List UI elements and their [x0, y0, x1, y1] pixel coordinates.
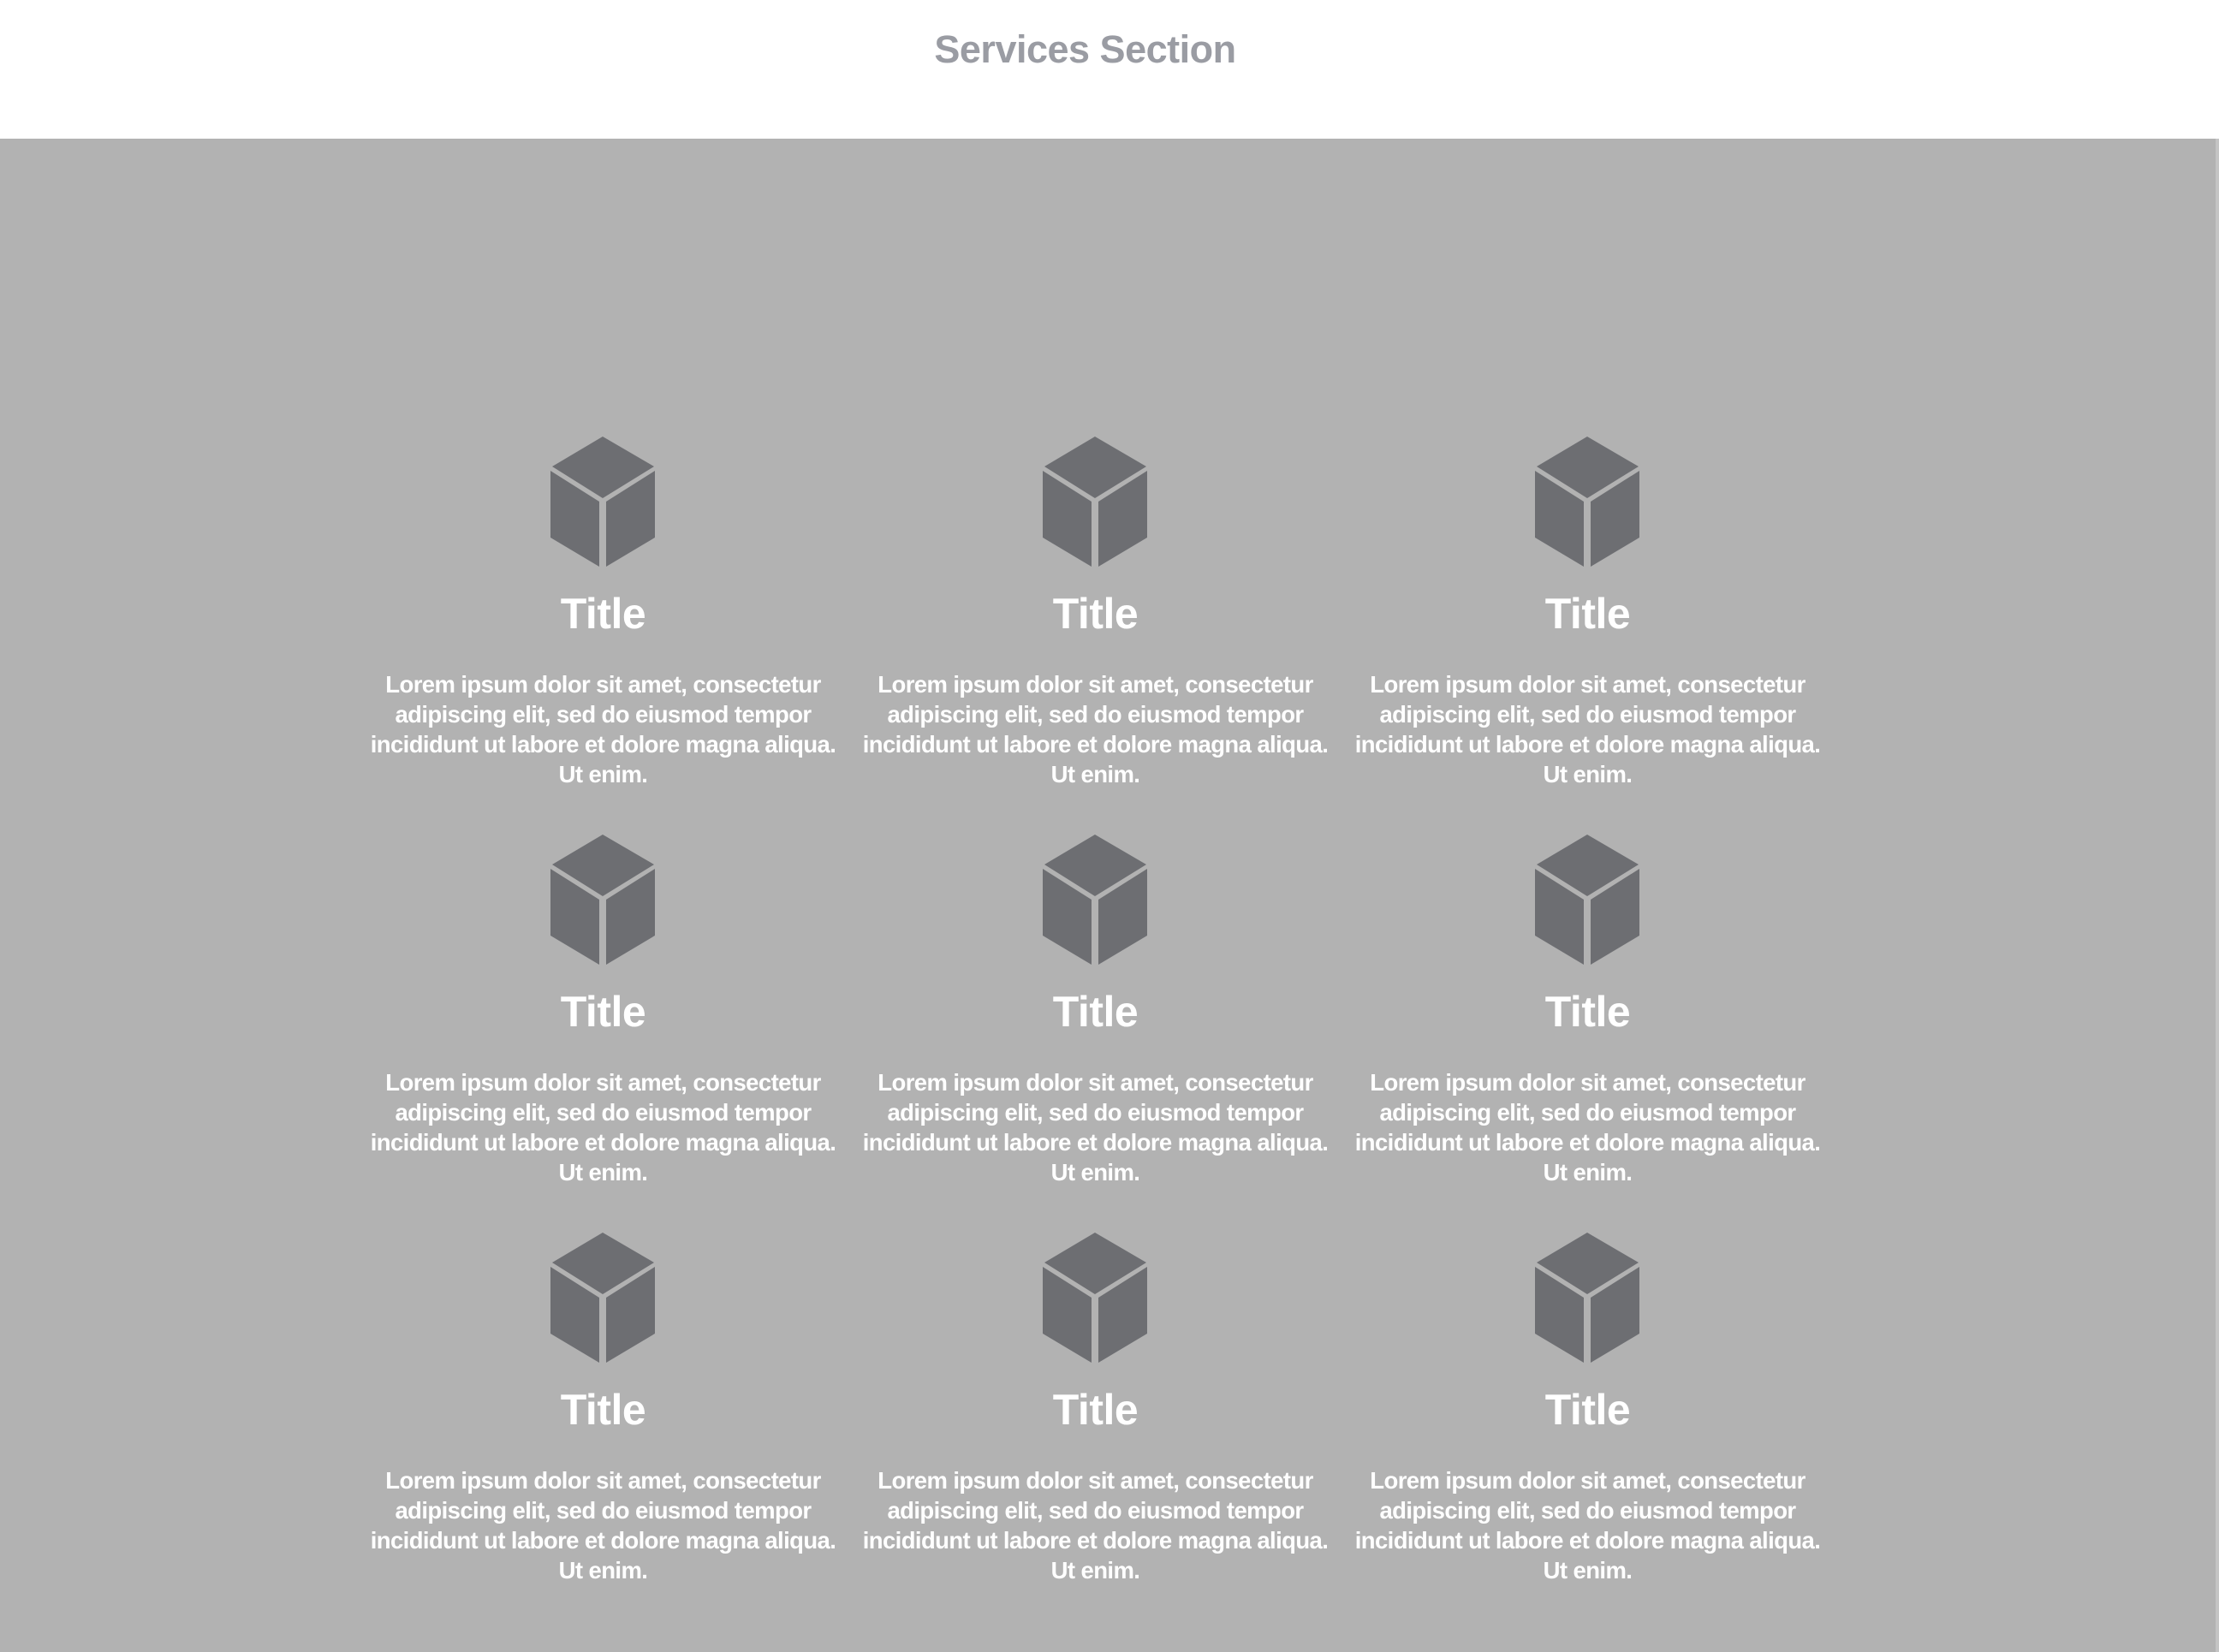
service-title: Title [560, 1386, 646, 1434]
service-description: Lorem ipsum dolor sit amet, consectetur … [862, 671, 1329, 787]
cube-icon [550, 437, 655, 567]
service-card: Title Lorem ipsum dolor sit amet, consect… [1342, 834, 1834, 1232]
service-title: Title [1052, 988, 1139, 1036]
service-title: Title [1544, 988, 1631, 1036]
cube-icon [1535, 1233, 1639, 1363]
page-header: Services Section [0, 0, 2219, 139]
service-card: Title Lorem ipsum dolor sit amet, consect… [849, 834, 1342, 1232]
section-heading: Services Section [934, 27, 1236, 71]
service-description: Lorem ipsum dolor sit amet, consectetur … [370, 671, 836, 787]
service-title: Title [1052, 590, 1139, 638]
service-title: Title [1544, 590, 1631, 638]
cube-icon [1535, 835, 1639, 965]
service-description: Lorem ipsum dolor sit amet, consectetur … [1354, 671, 1821, 787]
service-description: Lorem ipsum dolor sit amet, consectetur … [862, 1467, 1329, 1584]
service-description: Lorem ipsum dolor sit amet, consectetur … [370, 1069, 836, 1186]
service-description: Lorem ipsum dolor sit amet, consectetur … [862, 1069, 1329, 1186]
service-description: Lorem ipsum dolor sit amet, consectetur … [1354, 1069, 1821, 1186]
services-grid: Title Lorem ipsum dolor sit amet, consect… [357, 436, 1834, 1630]
service-card: Title Lorem ipsum dolor sit amet, consect… [849, 1232, 1342, 1630]
service-card: Title Lorem ipsum dolor sit amet, consect… [357, 1232, 849, 1630]
service-description: Lorem ipsum dolor sit amet, consectetur … [370, 1467, 836, 1584]
service-card: Title Lorem ipsum dolor sit amet, consect… [1342, 1232, 1834, 1630]
service-card: Title Lorem ipsum dolor sit amet, consect… [357, 834, 849, 1232]
service-card: Title Lorem ipsum dolor sit amet, consect… [849, 436, 1342, 834]
service-title: Title [560, 590, 646, 638]
cube-icon [1535, 437, 1639, 567]
cube-icon [550, 1233, 655, 1363]
service-card: Title Lorem ipsum dolor sit amet, consect… [1342, 436, 1834, 834]
service-title: Title [1544, 1386, 1631, 1434]
cube-icon [1043, 1233, 1147, 1363]
cube-icon [550, 835, 655, 965]
services-section: Title Lorem ipsum dolor sit amet, consect… [0, 139, 2219, 1652]
service-title: Title [1052, 1386, 1139, 1434]
cube-icon [1043, 835, 1147, 965]
service-title: Title [560, 988, 646, 1036]
service-description: Lorem ipsum dolor sit amet, consectetur … [1354, 1467, 1821, 1584]
cube-icon [1043, 437, 1147, 567]
service-card: Title Lorem ipsum dolor sit amet, consect… [357, 436, 849, 834]
